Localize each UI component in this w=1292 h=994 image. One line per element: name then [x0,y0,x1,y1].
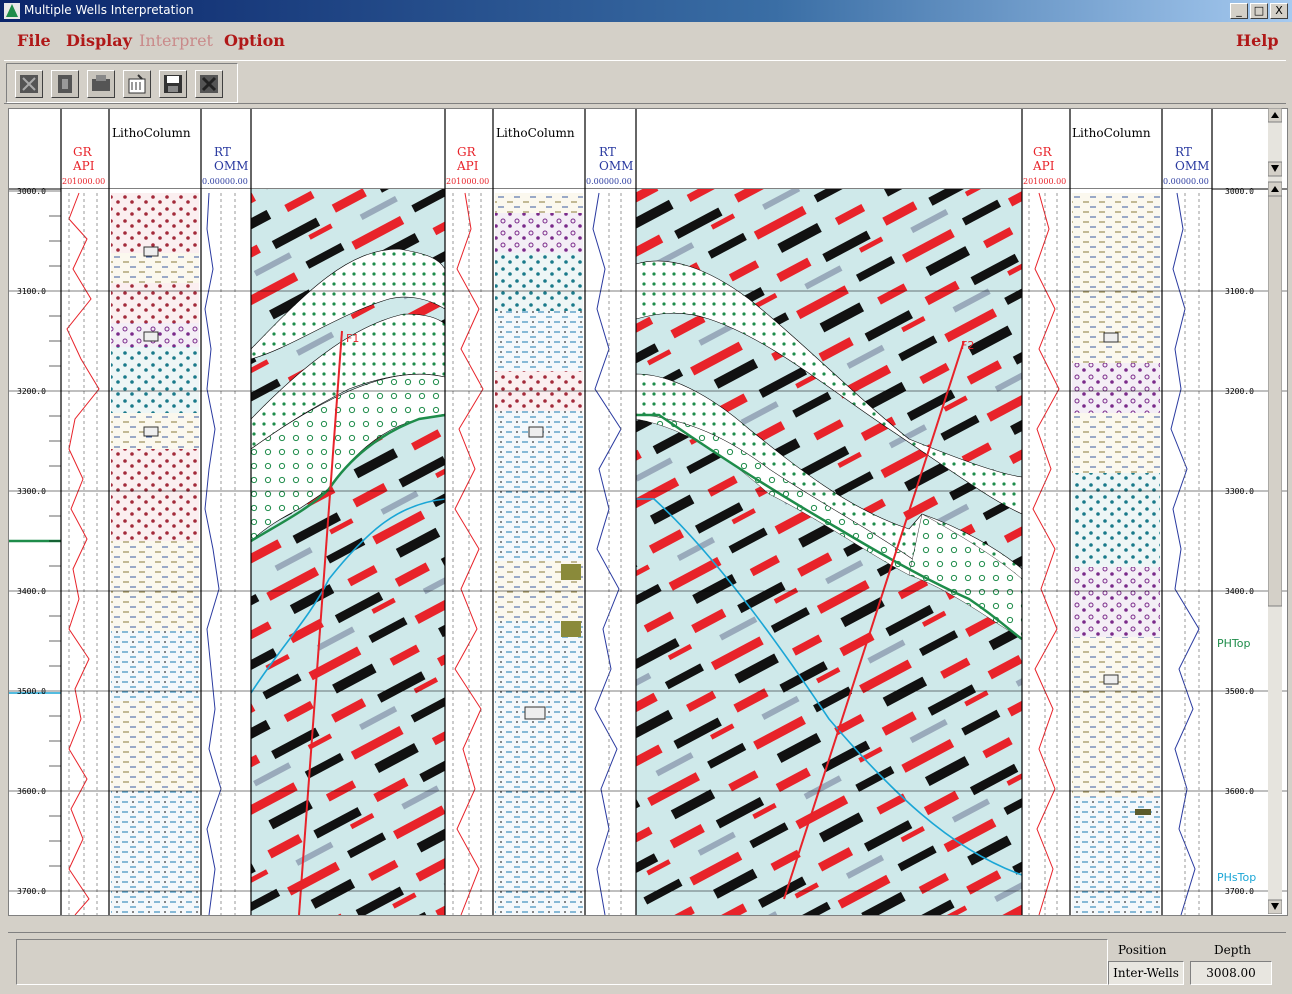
menu-option[interactable]: Option [224,31,285,50]
track-gr-scale: 201000.00 [446,177,489,186]
position-label: Position [1118,943,1167,957]
depth-tick-left: 3000.0 [17,187,46,196]
tool-group [6,63,238,103]
status-bar: Position Depth Inter-Wells 3008.00 [8,932,1286,989]
interpretation-panel[interactable]: F1 F2 PHTop PHsTop 3000.0 3100.0 3200.0 … [8,108,1288,916]
maximize-button[interactable]: □ [1250,3,1268,19]
menu-bar: File Display Interpret Option Help [0,24,1292,58]
depth-label: Depth [1214,943,1251,957]
exit-button[interactable] [195,70,223,98]
track-rt-unit: OMM [599,159,633,173]
depth-tick-right: 3400.0 [1225,587,1254,596]
depth-tick-left: 3300.0 [17,487,46,496]
track-gr-label: GR [73,145,93,159]
depth-tick-left: 3500.0 [17,687,46,696]
menu-file[interactable]: File [17,31,51,50]
depth-tick-right: 3200.0 [1225,387,1254,396]
vertical-scrollbar[interactable] [1267,107,1283,915]
well-2[interactable] [444,109,637,915]
track-rt-scale: 0.00000.00 [202,177,248,186]
depth-tick-left: 3200.0 [17,387,46,396]
print-icon [92,75,110,91]
track-litho-label: LithoColumn [496,126,575,140]
menu-interpret[interactable]: Interpret [139,31,213,50]
track-litho-label: LithoColumn [1072,126,1151,140]
open-icon [128,74,146,94]
track-rt-unit: OMM [1175,159,1209,173]
fault-f2-label: F2 [961,339,974,352]
fault-f1-label: F1 [346,332,359,345]
title-bar: Multiple Wells Interpretation _ □ X [0,0,1292,22]
depth-tick-left: 3600.0 [17,787,46,796]
depth-tick-right: 3600.0 [1225,787,1254,796]
well-1[interactable] [60,109,252,915]
window-title: Multiple Wells Interpretation [24,3,194,17]
zoom-icon [20,75,38,93]
track-gr-unit: API [456,159,479,173]
depth-tick-right: 3500.0 [1225,687,1254,696]
track-rt-unit: OMM [214,159,248,173]
track-rt-scale: 0.00000.00 [586,177,632,186]
track-rt-label: RT [214,145,231,159]
depth-tick-left: 3700.0 [17,887,46,896]
depth-tick-left: 3100.0 [17,287,46,296]
open-button[interactable] [123,70,151,98]
cursor-icon [58,75,72,93]
minimize-button[interactable]: _ [1230,3,1248,19]
cursor-button[interactable] [51,70,79,98]
depth-tick-left: 3400.0 [17,587,46,596]
depth-tick-right: 3700.0 [1225,887,1254,896]
app-icon [4,3,20,19]
horizon-phtop-label: PHTop [1217,637,1250,650]
horizon-phstop-label: PHsTop [1217,871,1256,884]
zoom-button[interactable] [15,70,43,98]
track-gr-unit: API [72,159,95,173]
toolbar [4,60,1286,104]
well-3[interactable] [1021,109,1213,915]
track-rt-label: RT [1175,145,1192,159]
save-button[interactable] [159,70,187,98]
scroll-thumb[interactable] [1267,195,1283,607]
depth-tick-right: 3100.0 [1225,287,1254,296]
depth-value: 3008.00 [1190,961,1272,985]
print-button[interactable] [87,70,115,98]
exit-icon [200,75,218,93]
track-gr-label: GR [457,145,477,159]
track-gr-scale: 201000.00 [1023,177,1066,186]
correlation-canvas[interactable]: F1 F2 PHTop PHsTop 3000.0 3100.0 3200.0 … [9,109,1287,915]
depth-tick-right: 3300.0 [1225,487,1254,496]
position-value: Inter-Wells [1108,961,1184,985]
track-gr-unit: API [1032,159,1055,173]
menu-help[interactable]: Help [1236,31,1279,50]
track-rt-scale: 0.00000.00 [1163,177,1209,186]
track-rt-label: RT [599,145,616,159]
close-button[interactable]: X [1270,3,1288,19]
track-litho-label: LithoColumn [112,126,191,140]
depth-tick-right: 3000.0 [1225,187,1254,196]
track-gr-scale: 201000.00 [62,177,105,186]
status-message [16,939,1108,985]
save-icon [164,75,182,93]
menu-display[interactable]: Display [66,31,132,50]
track-gr-label: GR [1033,145,1053,159]
